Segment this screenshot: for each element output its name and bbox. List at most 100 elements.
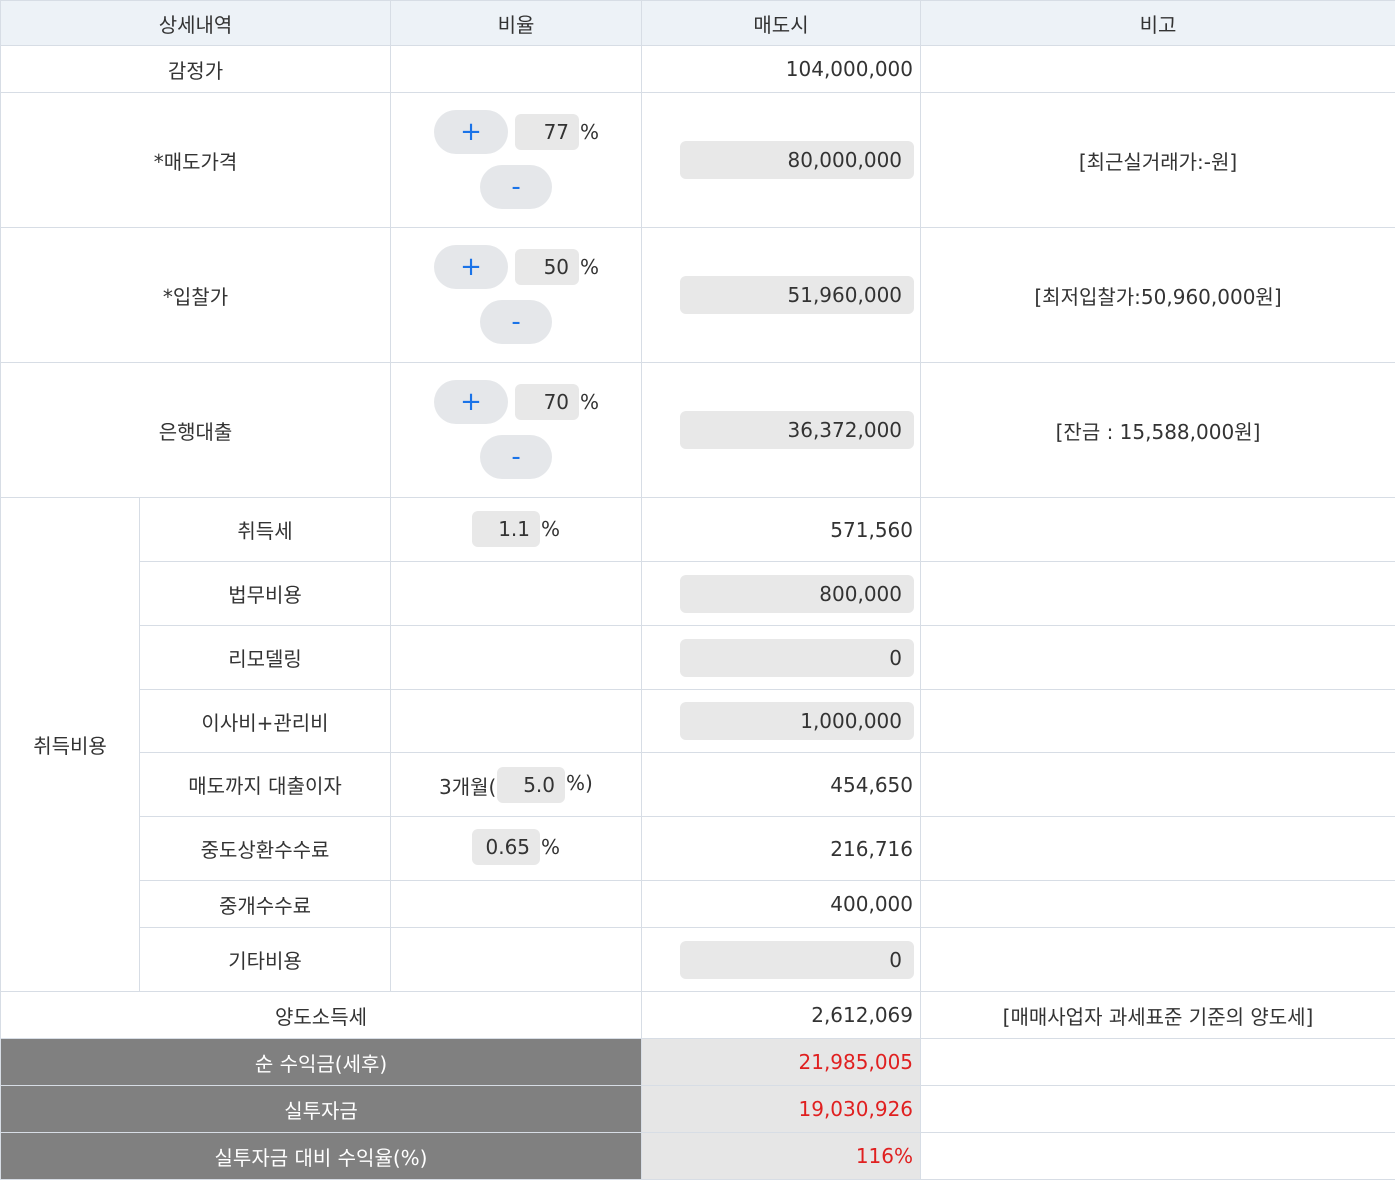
remodel-value-cell: 0 xyxy=(642,626,921,690)
appraisal-value: 104,000,000 xyxy=(642,46,921,93)
legal-rate-cell xyxy=(391,562,642,626)
prepay-value: 216,716 xyxy=(642,817,921,881)
bid-price-plus-button[interactable]: + xyxy=(434,245,508,289)
roi-label: 실투자금 대비 수익율(%) xyxy=(1,1133,642,1180)
sale-price-plus-button[interactable]: + xyxy=(434,110,508,154)
sale-price-label: *매도가격 xyxy=(1,93,391,228)
row-net-profit: 순 수익금(세후) 21,985,005 xyxy=(1,1039,1395,1086)
moving-rate-cell xyxy=(391,690,642,753)
sale-price-pct: % xyxy=(580,120,599,144)
moving-label: 이사비+관리비 xyxy=(140,690,391,753)
prepay-note-cell xyxy=(921,817,1395,881)
bid-price-rate-cell: + 50 % - xyxy=(391,228,642,363)
row-moving: 이사비+관리비 1,000,000 xyxy=(1,690,1395,753)
capital-gains-value: 2,612,069 xyxy=(642,992,921,1039)
brokerage-value: 400,000 xyxy=(642,881,921,928)
sale-price-value-input[interactable]: 80,000,000 xyxy=(680,141,914,179)
remodel-note-cell xyxy=(921,626,1395,690)
row-appraisal: 감정가 104,000,000 xyxy=(1,46,1395,93)
net-profit-label: 순 수익금(세후) xyxy=(1,1039,642,1086)
acq-tax-label: 취득세 xyxy=(140,498,391,562)
row-acq-tax: 취득비용 취득세 1.1 % 571,560 xyxy=(1,498,1395,562)
row-prepay: 중도상환수수료 0.65 % 216,716 xyxy=(1,817,1395,881)
sale-price-note: [최근실거래가:-원] xyxy=(921,93,1395,228)
bank-loan-minus-button[interactable]: - xyxy=(480,435,552,479)
bid-price-note: [최저입찰가:50,960,000원] xyxy=(921,228,1395,363)
header-rate: 비율 xyxy=(391,1,642,46)
prepay-rate-cell: 0.65 % xyxy=(391,817,642,881)
bank-loan-rate-input[interactable]: 70 xyxy=(515,384,579,420)
sale-price-rate-input[interactable]: 77 xyxy=(515,114,579,150)
interest-rate-cell: 3개월( 5.0 %) xyxy=(391,753,642,817)
acquisition-group-label: 취득비용 xyxy=(1,498,140,992)
brokerage-note-cell xyxy=(921,881,1395,928)
appraisal-note-cell xyxy=(921,46,1395,93)
bid-price-pct: % xyxy=(580,255,599,279)
bank-loan-plus-button[interactable]: + xyxy=(434,380,508,424)
interest-value: 454,650 xyxy=(642,753,921,817)
actual-investment-label: 실투자금 xyxy=(1,1086,642,1133)
row-roi: 실투자금 대비 수익율(%) 116% xyxy=(1,1133,1395,1180)
other-note-cell xyxy=(921,928,1395,992)
bid-price-value-cell: 51,960,000 xyxy=(642,228,921,363)
bid-price-minus-button[interactable]: - xyxy=(480,300,552,344)
bid-price-rate-input[interactable]: 50 xyxy=(515,249,579,285)
interest-suffix: %) xyxy=(566,771,593,795)
header-sale: 매도시 xyxy=(642,1,921,46)
row-actual-investment: 실투자금 19,030,926 xyxy=(1,1086,1395,1133)
legal-label: 법무비용 xyxy=(140,562,391,626)
sale-price-rate-cell: + 77 % - xyxy=(391,93,642,228)
interest-prefix: 3개월( xyxy=(439,771,496,800)
bank-loan-label: 은행대출 xyxy=(1,363,391,498)
sale-price-minus-button[interactable]: - xyxy=(480,165,552,209)
remodel-label: 리모델링 xyxy=(140,626,391,690)
moving-note-cell xyxy=(921,690,1395,753)
acq-tax-note-cell xyxy=(921,498,1395,562)
bid-price-value-input[interactable]: 51,960,000 xyxy=(680,276,914,314)
acq-tax-pct: % xyxy=(541,517,560,541)
interest-note-cell xyxy=(921,753,1395,817)
capital-gains-note: [매매사업자 과세표준 기준의 양도세] xyxy=(921,992,1395,1039)
bank-loan-note: [잔금 : 15,588,000원] xyxy=(921,363,1395,498)
other-label: 기타비용 xyxy=(140,928,391,992)
row-bank-loan: 은행대출 + 70 % - 36,372,000 [잔금 : 15,588,00… xyxy=(1,363,1395,498)
other-rate-cell xyxy=(391,928,642,992)
row-legal: 법무비용 800,000 xyxy=(1,562,1395,626)
bank-loan-value-cell: 36,372,000 xyxy=(642,363,921,498)
moving-value-cell: 1,000,000 xyxy=(642,690,921,753)
net-profit-value: 21,985,005 xyxy=(642,1039,921,1086)
prepay-pct: % xyxy=(541,835,560,859)
row-capital-gains: 양도소득세 2,612,069 [매매사업자 과세표준 기준의 양도세] xyxy=(1,992,1395,1039)
brokerage-label: 중개수수료 xyxy=(140,881,391,928)
interest-rate-input[interactable]: 5.0 xyxy=(497,767,565,803)
remodel-value-input[interactable]: 0 xyxy=(680,639,914,677)
interest-label: 매도까지 대출이자 xyxy=(140,753,391,817)
bid-price-label: *입찰가 xyxy=(1,228,391,363)
legal-value-input[interactable]: 800,000 xyxy=(680,575,914,613)
legal-note-cell xyxy=(921,562,1395,626)
appraisal-rate-cell xyxy=(391,46,642,93)
acq-tax-rate-input[interactable]: 1.1 xyxy=(472,511,540,547)
actual-investment-value: 19,030,926 xyxy=(642,1086,921,1133)
brokerage-rate-cell xyxy=(391,881,642,928)
moving-value-input[interactable]: 1,000,000 xyxy=(680,702,914,740)
profit-calculator-table: 상세내역 비율 매도시 비고 감정가 104,000,000 *매도가격 + 7… xyxy=(0,0,1395,1180)
prepay-label: 중도상환수수료 xyxy=(140,817,391,881)
roi-value: 116% xyxy=(642,1133,921,1180)
net-profit-note-cell xyxy=(921,1039,1395,1086)
appraisal-label: 감정가 xyxy=(1,46,391,93)
remodel-rate-cell xyxy=(391,626,642,690)
roi-note-cell xyxy=(921,1133,1395,1180)
sale-price-value-cell: 80,000,000 xyxy=(642,93,921,228)
bank-loan-value-input[interactable]: 36,372,000 xyxy=(680,411,914,449)
legal-value-cell: 800,000 xyxy=(642,562,921,626)
other-value-cell: 0 xyxy=(642,928,921,992)
prepay-rate-input[interactable]: 0.65 xyxy=(472,829,540,865)
row-other: 기타비용 0 xyxy=(1,928,1395,992)
other-value-input[interactable]: 0 xyxy=(680,941,914,979)
row-bid-price: *입찰가 + 50 % - 51,960,000 [최저입찰가:50,960,0… xyxy=(1,228,1395,363)
bank-loan-rate-cell: + 70 % - xyxy=(391,363,642,498)
bank-loan-pct: % xyxy=(580,390,599,414)
header-note: 비고 xyxy=(921,1,1395,46)
header-detail: 상세내역 xyxy=(1,1,391,46)
